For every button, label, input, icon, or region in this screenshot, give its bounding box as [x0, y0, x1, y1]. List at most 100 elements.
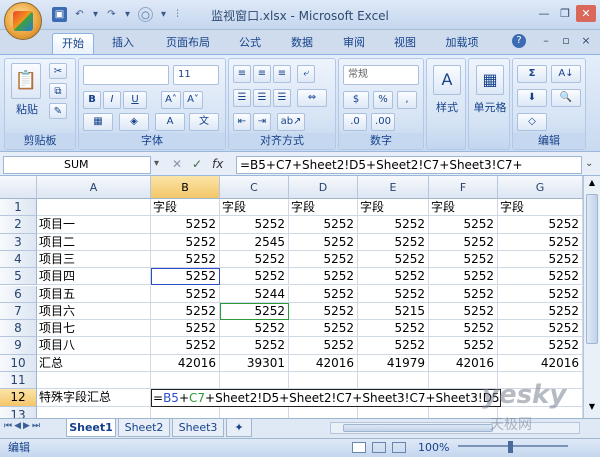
- phonetic-icon[interactable]: 文: [189, 113, 219, 131]
- cell[interactable]: 5252: [498, 302, 583, 321]
- scroll-up-icon[interactable]: ▲: [586, 178, 598, 190]
- tab-review[interactable]: 审阅: [334, 33, 374, 54]
- italic-icon[interactable]: I: [103, 91, 121, 109]
- comma-icon[interactable]: ,: [397, 91, 417, 109]
- increase-decimal-icon[interactable]: .0: [343, 113, 367, 131]
- minimize-icon[interactable]: —: [534, 5, 554, 22]
- cell[interactable]: 5252: [151, 250, 220, 269]
- cell[interactable]: 5252: [358, 250, 429, 269]
- cell[interactable]: 5252: [358, 233, 429, 251]
- cell[interactable]: 5252: [358, 268, 429, 286]
- row-header[interactable]: 9: [0, 337, 37, 355]
- zoom-level[interactable]: 100%: [418, 439, 449, 457]
- col-header-c[interactable]: C: [220, 176, 289, 199]
- horizontal-scroll-thumb[interactable]: [343, 424, 493, 432]
- cell[interactable]: 5244: [220, 285, 289, 303]
- cell[interactable]: 5252: [289, 302, 358, 321]
- tab-data[interactable]: 数据: [282, 33, 322, 54]
- paste-label[interactable]: 粘贴: [9, 101, 45, 117]
- cell-a[interactable]: 项目一: [37, 216, 151, 234]
- increase-indent-icon[interactable]: ⇥: [253, 113, 271, 131]
- cell[interactable]: 5252: [220, 337, 289, 355]
- percent-icon[interactable]: %: [373, 91, 393, 109]
- cell[interactable]: 5252: [289, 268, 358, 286]
- orientation-icon[interactable]: ab↗: [277, 113, 305, 131]
- align-bottom-icon[interactable]: ≡: [273, 65, 291, 83]
- cell[interactable]: 5252: [220, 268, 289, 286]
- select-all-corner[interactable]: [0, 176, 37, 199]
- page-break-view-icon[interactable]: [392, 442, 406, 453]
- find-select-icon[interactable]: 🔍: [551, 89, 581, 107]
- cell[interactable]: 2545: [220, 233, 289, 251]
- cell[interactable]: 5252: [498, 250, 583, 269]
- normal-view-icon[interactable]: [352, 442, 366, 453]
- cell[interactable]: 字段: [220, 199, 289, 217]
- editing-cell-b12[interactable]: =B5+C7+Sheet2!D5+Sheet2!C7+Sheet3!C7+She…: [151, 389, 501, 407]
- cell[interactable]: 字段: [498, 199, 583, 217]
- cell[interactable]: 5252: [498, 233, 583, 251]
- close-icon[interactable]: ✕: [576, 5, 596, 22]
- align-top-icon[interactable]: ≡: [233, 65, 251, 83]
- expand-formula-icon[interactable]: ⌄: [585, 158, 593, 169]
- cell[interactable]: 5252: [429, 320, 498, 338]
- decrease-indent-icon[interactable]: ⇤: [233, 113, 251, 131]
- row-header[interactable]: 10: [0, 354, 37, 372]
- sort-filter-icon[interactable]: A↓: [551, 65, 581, 83]
- cell[interactable]: 5252: [429, 268, 498, 286]
- borders-icon[interactable]: ▦: [83, 113, 113, 131]
- row-header[interactable]: 1: [0, 199, 37, 217]
- cell[interactable]: [220, 372, 289, 390]
- office-button[interactable]: [4, 2, 42, 40]
- cell[interactable]: 42016: [151, 354, 220, 372]
- align-right-icon[interactable]: ☰: [273, 89, 291, 107]
- cell[interactable]: 5252: [429, 233, 498, 251]
- cell-a[interactable]: [37, 199, 151, 217]
- cell[interactable]: 5252: [498, 216, 583, 234]
- col-header-b[interactable]: B: [151, 176, 220, 199]
- cell[interactable]: [289, 372, 358, 390]
- sheet-tab-1[interactable]: Sheet1: [66, 419, 116, 437]
- row-header[interactable]: 6: [0, 285, 37, 303]
- row-header[interactable]: 5: [0, 268, 37, 286]
- cell[interactable]: 5252: [151, 320, 220, 338]
- number-format-select[interactable]: 常规: [343, 65, 419, 85]
- col-header-d[interactable]: D: [289, 176, 358, 199]
- styles-icon[interactable]: A: [433, 65, 461, 95]
- align-middle-icon[interactable]: ≡: [253, 65, 271, 83]
- cells-icon[interactable]: ▦: [476, 65, 504, 95]
- enter-formula-icon[interactable]: ✓: [192, 157, 202, 171]
- cell-a[interactable]: 特殊字段汇总: [37, 389, 151, 407]
- currency-icon[interactable]: $: [343, 91, 369, 109]
- col-header-a[interactable]: A: [37, 176, 151, 199]
- grow-font-icon[interactable]: A˄: [161, 91, 181, 109]
- cut-icon[interactable]: ✂: [49, 63, 67, 79]
- tab-view[interactable]: 视图: [385, 33, 425, 54]
- cell[interactable]: 41979: [358, 354, 429, 372]
- page-layout-view-icon[interactable]: [372, 442, 386, 453]
- cell[interactable]: 5252: [429, 302, 498, 321]
- ribbon-minimize-icon[interactable]: –: [536, 32, 556, 49]
- fill-icon[interactable]: ⬇: [517, 89, 547, 107]
- cell[interactable]: 5252: [358, 285, 429, 303]
- cell[interactable]: 5252: [289, 216, 358, 234]
- font-color-icon[interactable]: A: [155, 113, 185, 131]
- cell-a[interactable]: 项目八: [37, 337, 151, 355]
- row-header[interactable]: 8: [0, 320, 37, 338]
- row-header[interactable]: 3: [0, 233, 37, 251]
- sheet-tab-2[interactable]: Sheet2: [118, 419, 170, 437]
- tab-insert[interactable]: 插入: [103, 33, 143, 54]
- cell[interactable]: 5252: [151, 216, 220, 234]
- autosum-icon[interactable]: Σ: [517, 65, 547, 83]
- cell[interactable]: 5252: [151, 302, 220, 321]
- tab-page-layout[interactable]: 页面布局: [156, 33, 220, 54]
- align-left-icon[interactable]: ☰: [233, 89, 251, 107]
- row-header[interactable]: 2: [0, 216, 37, 234]
- cell[interactable]: 5252: [429, 285, 498, 303]
- col-header-f[interactable]: F: [429, 176, 498, 199]
- cell[interactable]: 5252: [151, 233, 220, 251]
- cell[interactable]: 5252: [429, 250, 498, 269]
- cell-a[interactable]: 项目七: [37, 320, 151, 338]
- cell[interactable]: 5252: [220, 302, 289, 321]
- cell[interactable]: 5252: [429, 216, 498, 234]
- decrease-decimal-icon[interactable]: .00: [371, 113, 395, 131]
